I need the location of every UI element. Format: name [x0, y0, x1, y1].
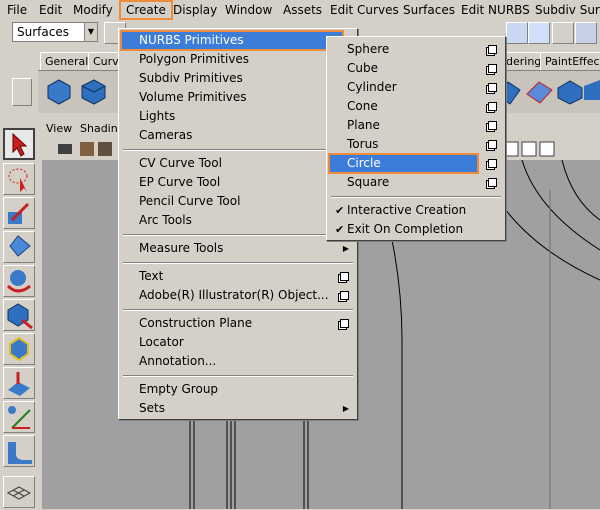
shelf-tab-painteffects[interactable]: PaintEffects: [540, 52, 600, 71]
snap-icon[interactable]: [552, 22, 574, 44]
menu-bar: File Edit Modify Create Display Window A…: [0, 0, 600, 20]
menu-item-plane[interactable]: Plane: [329, 116, 503, 135]
menu-item-locator[interactable]: Locator: [121, 333, 355, 352]
show-manipulator-tool-icon[interactable]: [3, 401, 35, 433]
menu-item-cameras[interactable]: Cameras▶: [121, 126, 355, 145]
menu-assets[interactable]: Assets: [278, 0, 327, 20]
menu-item-pencil-curve-tool[interactable]: Pencil Curve Tool: [121, 192, 355, 211]
menu-item-illustrator-object[interactable]: Adobe(R) Illustrator(R) Object...: [121, 286, 355, 305]
menu-separator: [123, 149, 353, 151]
option-box-icon[interactable]: [488, 45, 497, 54]
menu-item-lights[interactable]: Lights▶: [121, 107, 355, 126]
create-menu: NURBS Primitives▶ Polygon Primitives▶ Su…: [118, 28, 358, 420]
menu-edit[interactable]: Edit: [34, 0, 67, 20]
option-box-icon[interactable]: [340, 319, 349, 328]
option-box-icon[interactable]: [488, 140, 497, 149]
menu-edit-nurbs[interactable]: Edit NURBS: [456, 0, 535, 20]
option-box-icon[interactable]: [488, 178, 497, 187]
menu-edit-curves[interactable]: Edit Curves: [325, 0, 404, 20]
menu-modify[interactable]: Modify: [68, 0, 118, 20]
option-box-icon[interactable]: [488, 83, 497, 92]
menu-item-construction-plane[interactable]: Construction Plane: [121, 314, 355, 333]
menu-window[interactable]: Window: [220, 0, 277, 20]
menu-item-sphere[interactable]: Sphere: [329, 40, 503, 59]
nurbs-cube-shelf-icon[interactable]: [78, 76, 108, 106]
menu-display[interactable]: Display: [168, 0, 222, 20]
menu-item-cube[interactable]: Cube: [329, 59, 503, 78]
menu-item-measure-tools[interactable]: Measure Tools ▶: [121, 239, 355, 258]
camera-icon[interactable]: [46, 140, 116, 158]
menu-item-polygon-primitives[interactable]: Polygon Primitives▶: [121, 50, 355, 69]
nurbs-sphere-shelf-icon[interactable]: [44, 76, 74, 106]
menu-item-volume-primitives[interactable]: Volume Primitives▶: [121, 88, 355, 107]
option-box-icon[interactable]: [488, 64, 497, 73]
option-box-icon[interactable]: [488, 121, 497, 130]
menu-item-ep-curve-tool[interactable]: EP Curve Tool: [121, 173, 355, 192]
menu-item-subdiv-primitives[interactable]: Subdiv Primitives▶: [121, 69, 355, 88]
option-box-icon[interactable]: [340, 272, 349, 281]
menu-separator: [331, 196, 501, 198]
menu-item-circle[interactable]: Circle: [328, 153, 479, 174]
polygon-cube-shelf-icon[interactable]: [554, 76, 584, 106]
menu-item-torus[interactable]: Torus: [329, 135, 503, 154]
menu-item-text[interactable]: Text: [121, 267, 355, 286]
menu-item-cone[interactable]: Cone: [329, 97, 503, 116]
menu-subdiv-surfaces[interactable]: Subdiv Surfa: [530, 0, 600, 20]
grid-icon[interactable]: [528, 22, 550, 44]
menu-item-square[interactable]: Square: [329, 173, 503, 192]
window-icon[interactable]: [506, 22, 528, 44]
menu-separator: [123, 262, 353, 264]
checkmark-icon: ✔: [335, 223, 345, 236]
option-box-icon[interactable]: [488, 102, 497, 111]
menu-separator: [123, 375, 353, 377]
lasso-tool-icon[interactable]: [3, 163, 35, 195]
rotate-tool-icon[interactable]: [3, 265, 35, 297]
soft-modify-tool-icon[interactable]: [3, 367, 35, 399]
last-tool-icon[interactable]: [3, 435, 35, 467]
display-mode-icon[interactable]: [504, 140, 564, 158]
shelf-tab-general[interactable]: General: [40, 52, 94, 71]
menu-separator: [123, 309, 353, 311]
menu-item-exit-on-completion[interactable]: ✔ Exit On Completion: [329, 220, 503, 239]
menu-item-cv-curve-tool[interactable]: CV Curve Tool: [121, 154, 355, 173]
menu-item-cylinder[interactable]: Cylinder: [329, 78, 503, 97]
menu-item-annotation[interactable]: Annotation...: [121, 352, 355, 371]
shelf-options-icon[interactable]: [12, 78, 32, 106]
menu-surfaces[interactable]: Surfaces: [398, 0, 460, 20]
option-box-icon[interactable]: [488, 159, 497, 168]
menu-item-empty-group[interactable]: Empty Group: [121, 380, 355, 399]
render-icon[interactable]: [575, 22, 597, 44]
chevron-down-icon[interactable]: ▼: [84, 22, 98, 42]
checkmark-icon: ✔: [335, 204, 345, 217]
scale-tool-icon[interactable]: [3, 299, 35, 331]
menu-item-interactive-creation[interactable]: ✔ Interactive Creation: [329, 201, 503, 220]
nurbs-primitives-submenu: Sphere Cube Cylinder Cone Plane Torus Ci…: [326, 36, 506, 241]
menu-separator: [123, 234, 353, 236]
move-tool-icon[interactable]: [3, 231, 35, 263]
paint-select-tool-icon[interactable]: [3, 197, 35, 229]
panel-menu-view[interactable]: View: [46, 120, 72, 138]
menu-item-sets[interactable]: Sets ▶: [121, 399, 355, 418]
option-box-icon[interactable]: [340, 291, 349, 300]
menu-item-nurbs-primitives[interactable]: NURBS Primitives▶: [120, 30, 344, 51]
polygon-plane-shelf-icon[interactable]: [524, 76, 554, 106]
menu-create[interactable]: Create: [119, 0, 173, 20]
layout-icon[interactable]: [3, 476, 35, 508]
panel-menu-shading[interactable]: Shadin: [80, 120, 118, 138]
menu-item-arc-tools[interactable]: Arc Tools▶: [121, 211, 355, 230]
select-tool-icon[interactable]: [3, 128, 35, 160]
manipulator-tool-icon[interactable]: [3, 333, 35, 365]
menu-file[interactable]: File: [2, 0, 32, 20]
shelf-more-icon[interactable]: [584, 76, 600, 106]
